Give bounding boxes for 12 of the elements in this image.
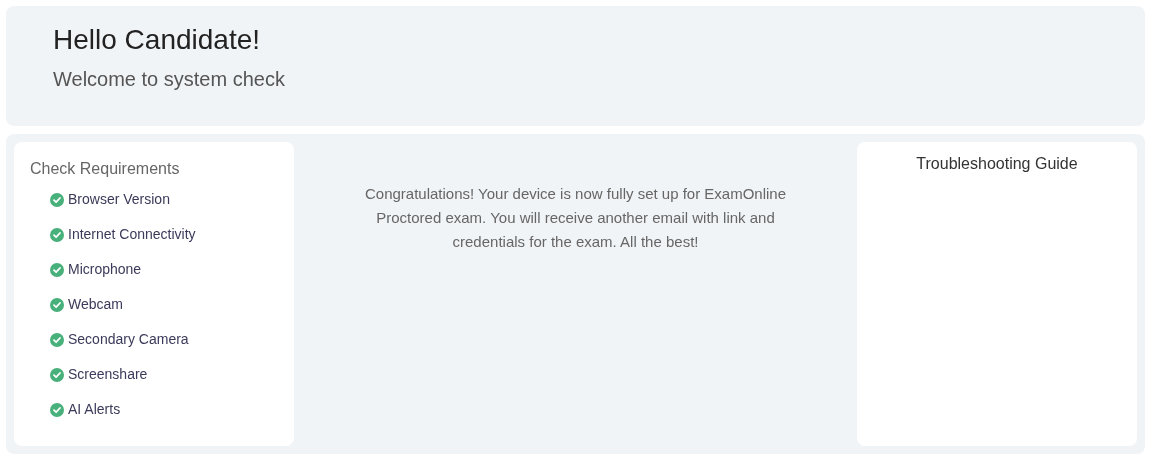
requirement-label: Browser Version — [68, 190, 170, 209]
card-title: Troubleshooting Guide — [916, 154, 1078, 174]
card-title: Check Requirements — [30, 159, 181, 179]
greeting-title: Hello Candidate! — [53, 23, 262, 57]
congratulations-message: Congratulations! Your device is now fully set up for ExamOnline Proctored exam. You will receive another email with link and credentials for the exam. All the best! — [363, 184, 788, 252]
subtitle: Welcome to system check — [53, 67, 286, 92]
requirement-label: Webcam — [68, 295, 123, 314]
requirement-label: Internet Connectivity — [68, 225, 196, 244]
requirement-label: Microphone — [68, 260, 142, 279]
requirement-label: Screenshare — [68, 365, 148, 384]
requirement-label: Secondary Camera — [68, 330, 189, 349]
requirement-label: AI Alerts — [68, 400, 121, 419]
